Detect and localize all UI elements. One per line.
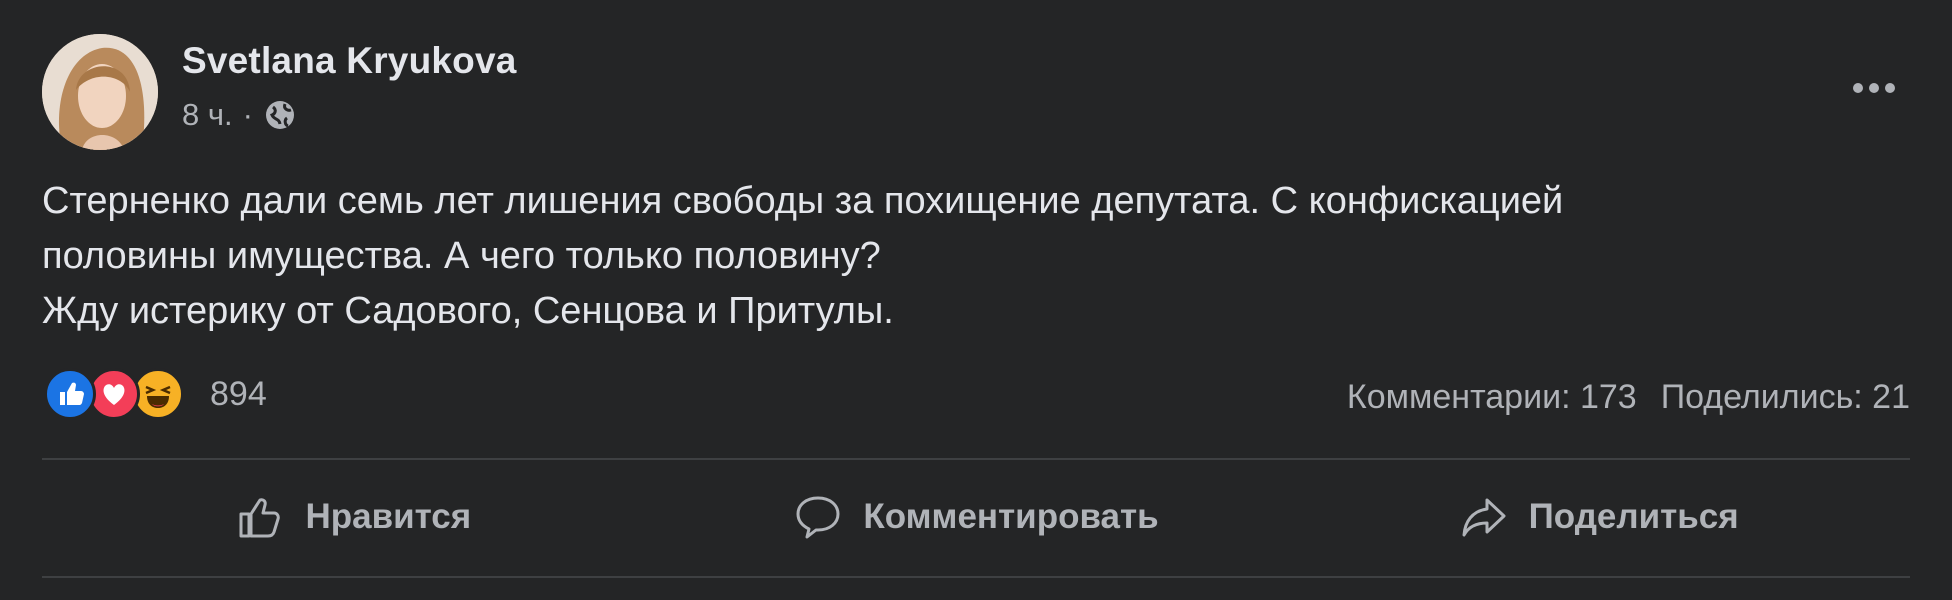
avatar[interactable]	[42, 34, 158, 150]
more-dot-icon	[1853, 83, 1863, 93]
like-button-label: Нравится	[305, 497, 472, 536]
post-time[interactable]: 8 ч.	[182, 97, 233, 133]
shares-count[interactable]: Поделились: 21	[1661, 378, 1910, 417]
comment-button[interactable]: Комментировать	[665, 462, 1288, 572]
like-icon	[44, 368, 96, 420]
comment-icon	[796, 496, 840, 539]
post-text-line: Жду истерику от Садового, Сенцова и Прит…	[42, 290, 894, 332]
comment-button-label: Комментировать	[863, 497, 1159, 536]
reaction-count[interactable]: 894	[210, 375, 267, 414]
more-dot-icon	[1885, 83, 1895, 93]
post-text: Стерненко дали семь лет лишения свободы …	[42, 174, 1902, 339]
globe-icon[interactable]	[263, 98, 297, 132]
meta-separator: ·	[242, 97, 253, 132]
share-arrow-icon	[1462, 498, 1506, 537]
share-button-label: Поделиться	[1528, 497, 1739, 536]
avatar-image	[42, 34, 158, 150]
divider	[42, 576, 1910, 578]
action-bar: Нравится Комментировать Поделиться	[42, 462, 1910, 572]
post-card: Svetlana Kryukova 8 ч. · Стерненко дали …	[0, 0, 1952, 600]
post-text-line: Стерненко дали семь лет лишения свободы …	[42, 180, 1564, 222]
like-button[interactable]: Нравится	[42, 462, 665, 572]
share-button[interactable]: Поделиться	[1287, 462, 1910, 572]
more-dot-icon	[1869, 83, 1879, 93]
reactions-summary[interactable]: 894	[44, 368, 267, 420]
post-stats: Комментарии: 173 Поделились: 21	[1347, 378, 1910, 417]
comments-count[interactable]: Комментарии: 173	[1347, 378, 1637, 417]
post-meta: 8 ч. ·	[182, 97, 297, 133]
author-name[interactable]: Svetlana Kryukova	[182, 40, 517, 82]
divider	[42, 458, 1910, 460]
post-text-line: половины имущества. А чего только полови…	[42, 235, 881, 277]
more-options-button[interactable]	[1844, 68, 1904, 108]
thumbs-up-icon	[239, 498, 281, 538]
